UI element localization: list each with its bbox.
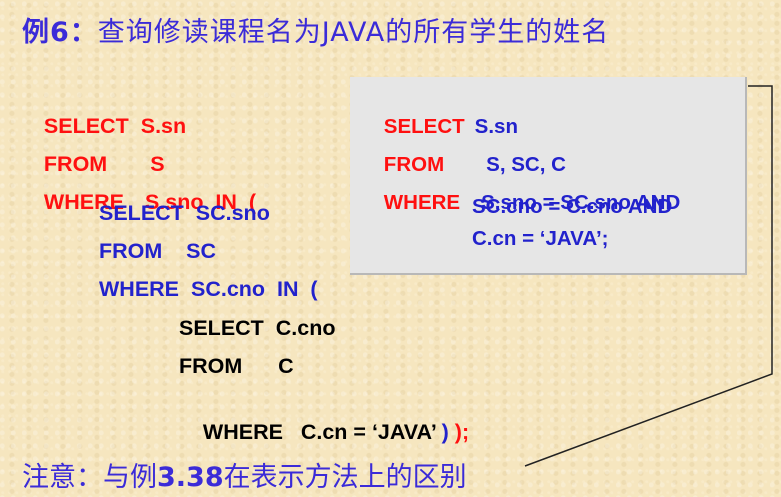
callout-connector xyxy=(524,85,773,467)
note-suffix: 在表示方法上的区别 xyxy=(223,462,467,493)
note-prefix: 注意：与例 xyxy=(22,462,157,493)
note-text: 注意：与例3.38在表示方法上的区别 xyxy=(22,455,467,494)
note-example-number: 3.38 xyxy=(157,462,224,493)
